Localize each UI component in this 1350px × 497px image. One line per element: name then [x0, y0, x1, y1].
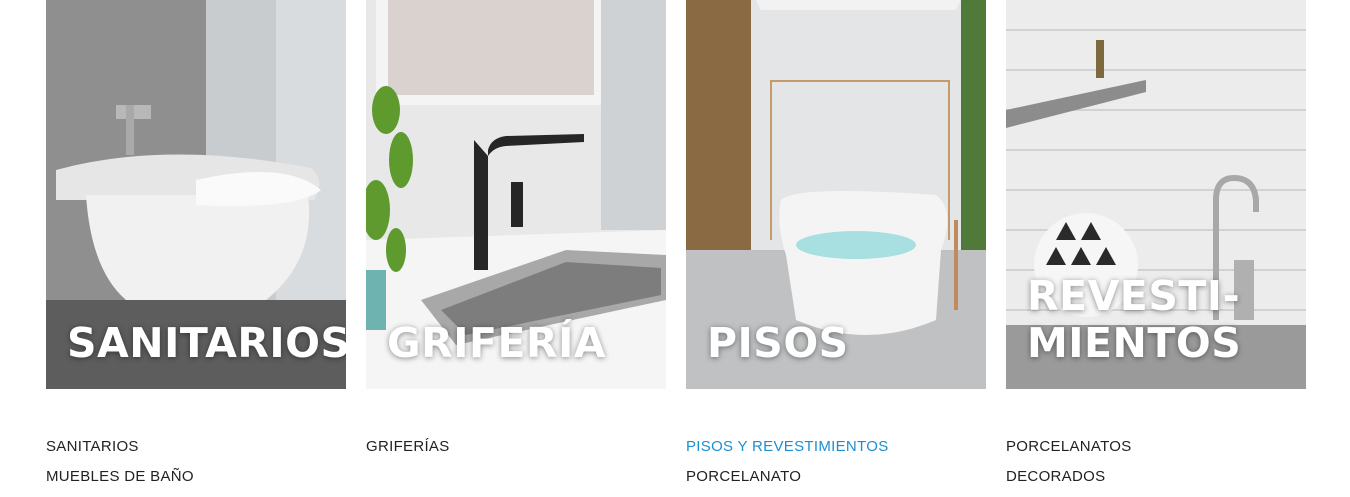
link-muebles-de-bano[interactable]: MUEBLES DE BAÑO [46, 468, 194, 485]
category-card-griferia[interactable]: GRIFERÍA [366, 0, 666, 389]
card-title: GRIFERÍA [387, 319, 607, 367]
pisos-link-list: PISOS Y REVESTIMIENTOS PORCELANATO [686, 437, 986, 497]
link-sanitarios[interactable]: SANITARIOS [46, 438, 139, 455]
category-card-pisos[interactable]: PISOS [686, 0, 986, 389]
card-title: PISOS [707, 319, 849, 367]
link-porcelanatos[interactable]: PORCELANATOS [1006, 438, 1132, 455]
link-decorados[interactable]: DECORADOS [1006, 468, 1105, 485]
link-griferias[interactable]: GRIFERÍAS [366, 438, 450, 455]
link-pisos-y-revestimientos[interactable]: PISOS Y REVESTIMIENTOS [686, 438, 889, 455]
category-card-sanitarios[interactable]: SANITARIOS [46, 0, 346, 389]
category-card-revestimientos[interactable]: REVESTI- MIENTOS [1006, 0, 1306, 389]
card-title: REVESTI- MIENTOS [1027, 272, 1242, 367]
revestimientos-link-list: PORCELANATOS DECORADOS [1006, 437, 1306, 497]
griferia-link-list: GRIFERÍAS [366, 437, 666, 467]
sanitarios-link-list: SANITARIOS MUEBLES DE BAÑO [46, 437, 346, 497]
link-porcelanato[interactable]: PORCELANATO [686, 468, 801, 485]
card-title: SANITARIOS [67, 319, 346, 367]
